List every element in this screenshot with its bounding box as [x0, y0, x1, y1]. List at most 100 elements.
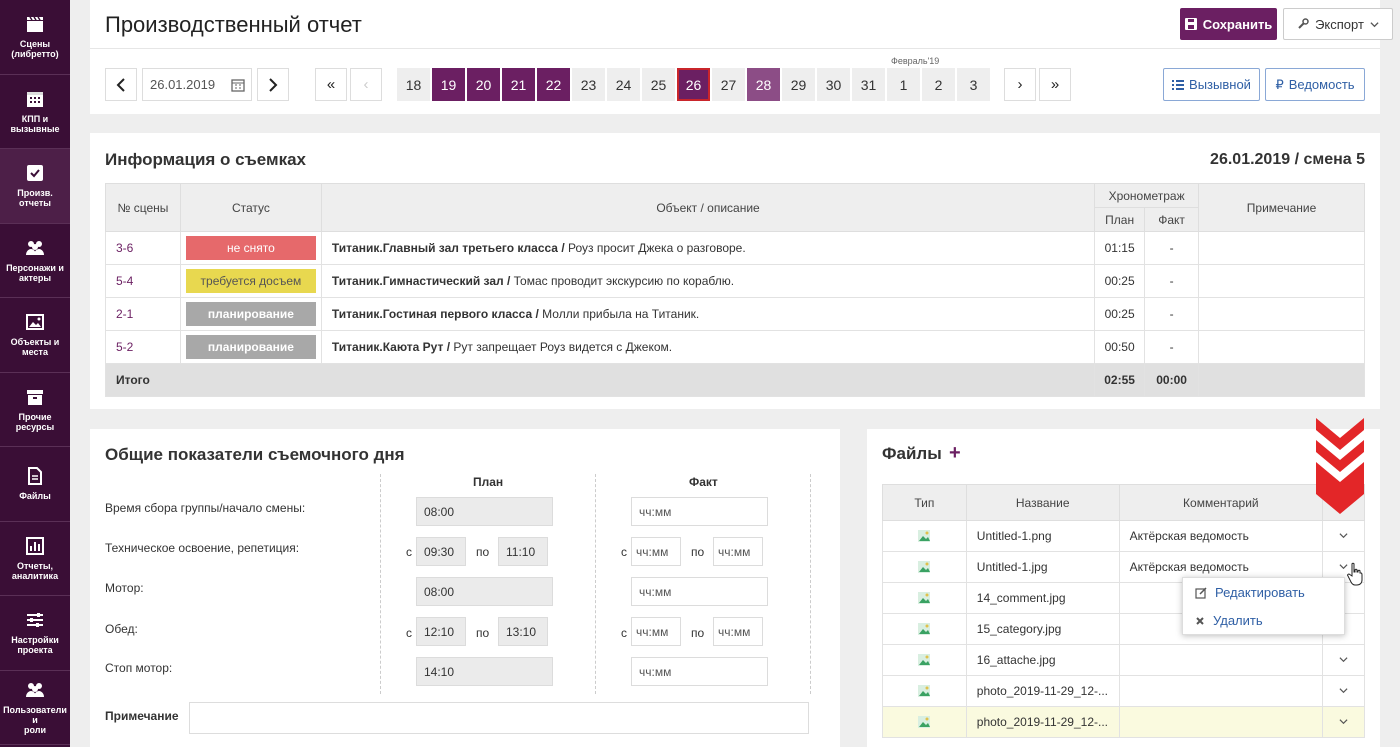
prev-date-button[interactable] [105, 68, 137, 101]
next-page-button[interactable]: › [1004, 68, 1036, 101]
day-button[interactable]: 30 [817, 68, 850, 101]
note-input[interactable] [189, 702, 809, 734]
file-name[interactable]: 14_comment.jpg [965, 582, 1120, 614]
day-button[interactable]: 22 [537, 68, 570, 101]
status-badge[interactable]: требуется досъем [185, 269, 316, 293]
table-row[interactable]: Untitled-1.png Актёрская ведомость [882, 520, 1365, 552]
day-button[interactable]: 25 [642, 68, 675, 101]
add-file-button[interactable]: + [949, 442, 961, 465]
day-button[interactable]: 18 [397, 68, 430, 101]
chevron-down-icon[interactable] [1339, 655, 1348, 664]
day-button[interactable]: 24 [607, 68, 640, 101]
sidebar-item-locations[interactable]: Объекты и места [0, 298, 70, 373]
sidebar-item-kpp[interactable]: КПП и вызывные [0, 75, 70, 149]
image-file-icon [918, 623, 931, 635]
fact-motor-input[interactable]: чч:мм [631, 577, 768, 606]
day-button-current[interactable]: 26 [677, 68, 710, 101]
plan-lunch-from-input[interactable]: 12:10 [416, 617, 466, 646]
section-title: Файлы [882, 444, 942, 463]
file-name[interactable]: photo_2019-11-29_12-... [965, 706, 1120, 738]
chevron-down-icon [1370, 21, 1379, 27]
fact-stop-input[interactable]: чч:мм [631, 657, 768, 686]
table-row[interactable]: photo_2019-11-29_12-... [882, 706, 1365, 738]
day-button[interactable]: 31 [852, 68, 885, 101]
file-name[interactable]: photo_2019-11-29_12-... [965, 675, 1120, 707]
day-button[interactable]: 2 [922, 68, 955, 101]
row-label: Время сбора группы/начало смены: [105, 501, 306, 515]
plan-gather-input[interactable]: 08:00 [416, 497, 553, 526]
plan-tech-from-input[interactable]: 09:30 [416, 537, 466, 566]
file-name[interactable]: Untitled-1.png [965, 520, 1120, 552]
file-name[interactable]: 15_category.jpg [965, 613, 1120, 645]
day-button[interactable]: 29 [782, 68, 815, 101]
day-button[interactable]: 20 [467, 68, 500, 101]
status-badge[interactable]: планирование [185, 302, 316, 326]
export-button[interactable]: Экспорт [1283, 8, 1393, 40]
fact-lunch-to-input[interactable]: чч:мм [713, 617, 763, 646]
chevron-down-icon[interactable] [1339, 531, 1348, 540]
sidebar-item-files[interactable]: Файлы [0, 447, 70, 522]
floppy-icon [1184, 18, 1197, 30]
total-row: Итого 02:55 00:00 [104, 363, 1365, 397]
call-sheet-button[interactable]: Вызывной [1163, 68, 1260, 101]
plan-stop-input[interactable]: 14:10 [416, 657, 553, 686]
plan-motor-input[interactable]: 08:00 [416, 577, 553, 606]
day-button[interactable]: 1 [887, 68, 920, 101]
file-comment: Актёрская ведомость [1118, 520, 1324, 552]
calendar-icon [27, 91, 43, 107]
scene-number[interactable]: 3-6 [105, 231, 181, 265]
scene-number[interactable]: 5-2 [105, 330, 181, 364]
table-row[interactable]: 16_attache.jpg [882, 644, 1365, 676]
fact-gather-input[interactable]: чч:мм [631, 497, 768, 526]
table-row[interactable]: 3-6 не снято Титаник.Главный зал третьег… [105, 231, 1365, 265]
col-header: Комментарий [1118, 484, 1324, 521]
payroll-sheet-button[interactable]: ₽ Ведомость [1265, 68, 1365, 101]
chart-icon [26, 536, 44, 555]
sidebar-item-reports[interactable]: Произв. отчеты [0, 149, 70, 224]
fact-tech-to-input[interactable]: чч:мм [713, 537, 763, 566]
first-page-button[interactable]: « [315, 68, 347, 101]
table-row[interactable]: photo_2019-11-29_12-... [882, 675, 1365, 707]
date-input[interactable]: 26.01.2019 [142, 68, 252, 101]
object-cell: Титаник.Каюта Рут / Рут запрещает Роуз в… [320, 330, 1096, 364]
day-button[interactable]: 28 [747, 68, 780, 101]
scene-number[interactable]: 5-4 [105, 264, 181, 298]
sidebar-item-characters[interactable]: Персонажи и актеры [0, 224, 70, 298]
menu-item-edit[interactable]: Редактировать [1195, 585, 1305, 600]
note-cell[interactable] [1198, 330, 1365, 364]
fact-tech-from-input[interactable]: чч:мм [631, 537, 681, 566]
note-cell[interactable] [1198, 297, 1365, 331]
scene-number[interactable]: 2-1 [105, 297, 181, 331]
plan-tech-to-input[interactable]: 11:10 [498, 537, 548, 566]
file-name[interactable]: 16_attache.jpg [965, 644, 1120, 676]
day-button[interactable]: 3 [957, 68, 990, 101]
chevron-down-icon[interactable] [1339, 717, 1348, 726]
menu-item-delete[interactable]: Удалить [1195, 613, 1263, 628]
next-date-button[interactable] [257, 68, 289, 101]
sidebar-item-settings[interactable]: Настройки проекта [0, 596, 70, 671]
plan-lunch-to-input[interactable]: 13:10 [498, 617, 548, 646]
table-row[interactable]: 5-2 планирование Титаник.Каюта Рут / Рут… [105, 330, 1365, 364]
save-button[interactable]: Сохранить [1180, 8, 1277, 40]
prev-page-button[interactable]: ‹ [350, 68, 382, 101]
day-button[interactable]: 23 [572, 68, 605, 101]
status-badge[interactable]: не снято [185, 236, 316, 260]
note-cell[interactable] [1198, 231, 1365, 265]
status-badge[interactable]: планирование [185, 335, 316, 359]
day-button[interactable]: 21 [502, 68, 535, 101]
sidebar-item-analytics[interactable]: Отчеты, аналитика [0, 522, 70, 596]
sidebar-item-resources[interactable]: Прочие ресурсы [0, 373, 70, 447]
fact-lunch-from-input[interactable]: чч:мм [631, 617, 681, 646]
table-row[interactable]: 2-1 планирование Титаник.Гостиная первог… [105, 297, 1365, 331]
calendar-icon[interactable] [231, 78, 245, 92]
sidebar-item-scenes[interactable]: Сцены (либретто) [0, 0, 70, 75]
last-page-button[interactable]: » [1039, 68, 1071, 101]
day-button[interactable]: 19 [432, 68, 465, 101]
sidebar-item-users[interactable]: Пользователи и роли [0, 671, 70, 745]
day-button[interactable]: 27 [712, 68, 745, 101]
chevron-down-icon[interactable] [1339, 686, 1348, 695]
section-title: Общие показатели съемочного дня [105, 445, 405, 464]
note-cell[interactable] [1198, 264, 1365, 298]
table-row[interactable]: 5-4 требуется досъем Титаник.Гимнастичес… [105, 264, 1365, 298]
file-name[interactable]: Untitled-1.jpg [965, 551, 1120, 583]
